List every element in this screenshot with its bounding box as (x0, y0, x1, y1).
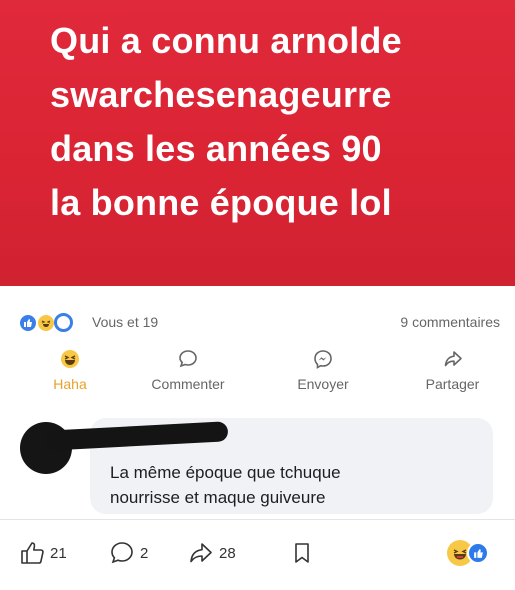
haha-reaction-button[interactable]: Haha (40, 348, 100, 404)
bookmark-icon (295, 543, 309, 563)
reactions-summary[interactable]: Vous et 19 9 commentaires (18, 312, 500, 334)
likes-count: 21 (50, 544, 67, 562)
comment-text: La même époque que tchuque nourrisse et … (110, 463, 341, 507)
share-stat-button[interactable]: 28 (187, 538, 236, 568)
share-arrow-icon (190, 543, 212, 563)
comment-bubble-icon (111, 542, 133, 564)
reactions-summary-text: Vous et 19 (92, 314, 159, 330)
comment-button[interactable]: Commenter (133, 348, 243, 404)
thumbs-up-icon (21, 542, 44, 564)
like-stat-button[interactable]: 21 (18, 538, 67, 568)
post-banner-text: Qui a connu arnolde swarchesenageurre da… (50, 20, 402, 223)
haha-icon (61, 350, 79, 368)
post-banner: Qui a connu arnolde swarchesenageurre da… (0, 0, 515, 286)
comments-count[interactable]: 9 commentaires (400, 314, 500, 330)
reaction-icons (18, 313, 88, 333)
messenger-icon (314, 350, 332, 369)
share-label: Partager (425, 376, 480, 392)
love-icon (54, 313, 73, 332)
comment-icon (179, 350, 197, 368)
like-icon (18, 313, 38, 333)
comments-stat-count: 2 (140, 544, 149, 562)
share-icon (444, 351, 462, 367)
share-button[interactable]: Partager (405, 348, 500, 404)
like-icon (467, 542, 489, 564)
send-label: Envoyer (297, 376, 349, 392)
comment-stat-button[interactable]: 2 (108, 538, 148, 568)
comment-label: Commenter (151, 376, 225, 392)
bottom-reactions[interactable] (447, 540, 497, 566)
send-button[interactable]: Envoyer (278, 348, 368, 404)
shares-count: 28 (219, 544, 236, 562)
bookmark-button[interactable] (288, 538, 316, 568)
post-actions: Haha Commenter Envoyer Partager (0, 348, 515, 404)
haha-label: Haha (53, 376, 87, 392)
post-stats-bar: 21 2 28 (0, 520, 515, 590)
haha-icon (36, 313, 56, 333)
